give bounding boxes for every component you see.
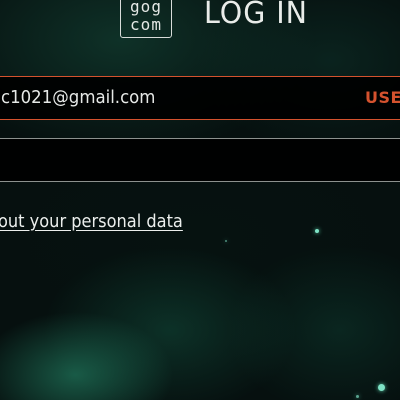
email-field-value: c1021@gmail.com — [1, 87, 156, 108]
background-star — [356, 395, 359, 398]
logo-text-top: gog — [130, 0, 162, 16]
login-screen: gog com LOG IN c1021@gmail.com USE out y… — [0, 0, 400, 400]
password-field[interactable] — [0, 138, 400, 182]
background-star — [315, 229, 319, 233]
logo-text-bottom: com — [130, 15, 162, 34]
email-field[interactable]: c1021@gmail.com USE — [0, 76, 400, 120]
background-star — [378, 384, 385, 391]
gog-logo: gog com — [120, 0, 172, 38]
page-title: LOG IN — [204, 0, 308, 31]
personal-data-link[interactable]: out your personal data — [0, 211, 183, 232]
background-star — [225, 240, 227, 242]
email-field-tag: USE — [365, 88, 400, 107]
